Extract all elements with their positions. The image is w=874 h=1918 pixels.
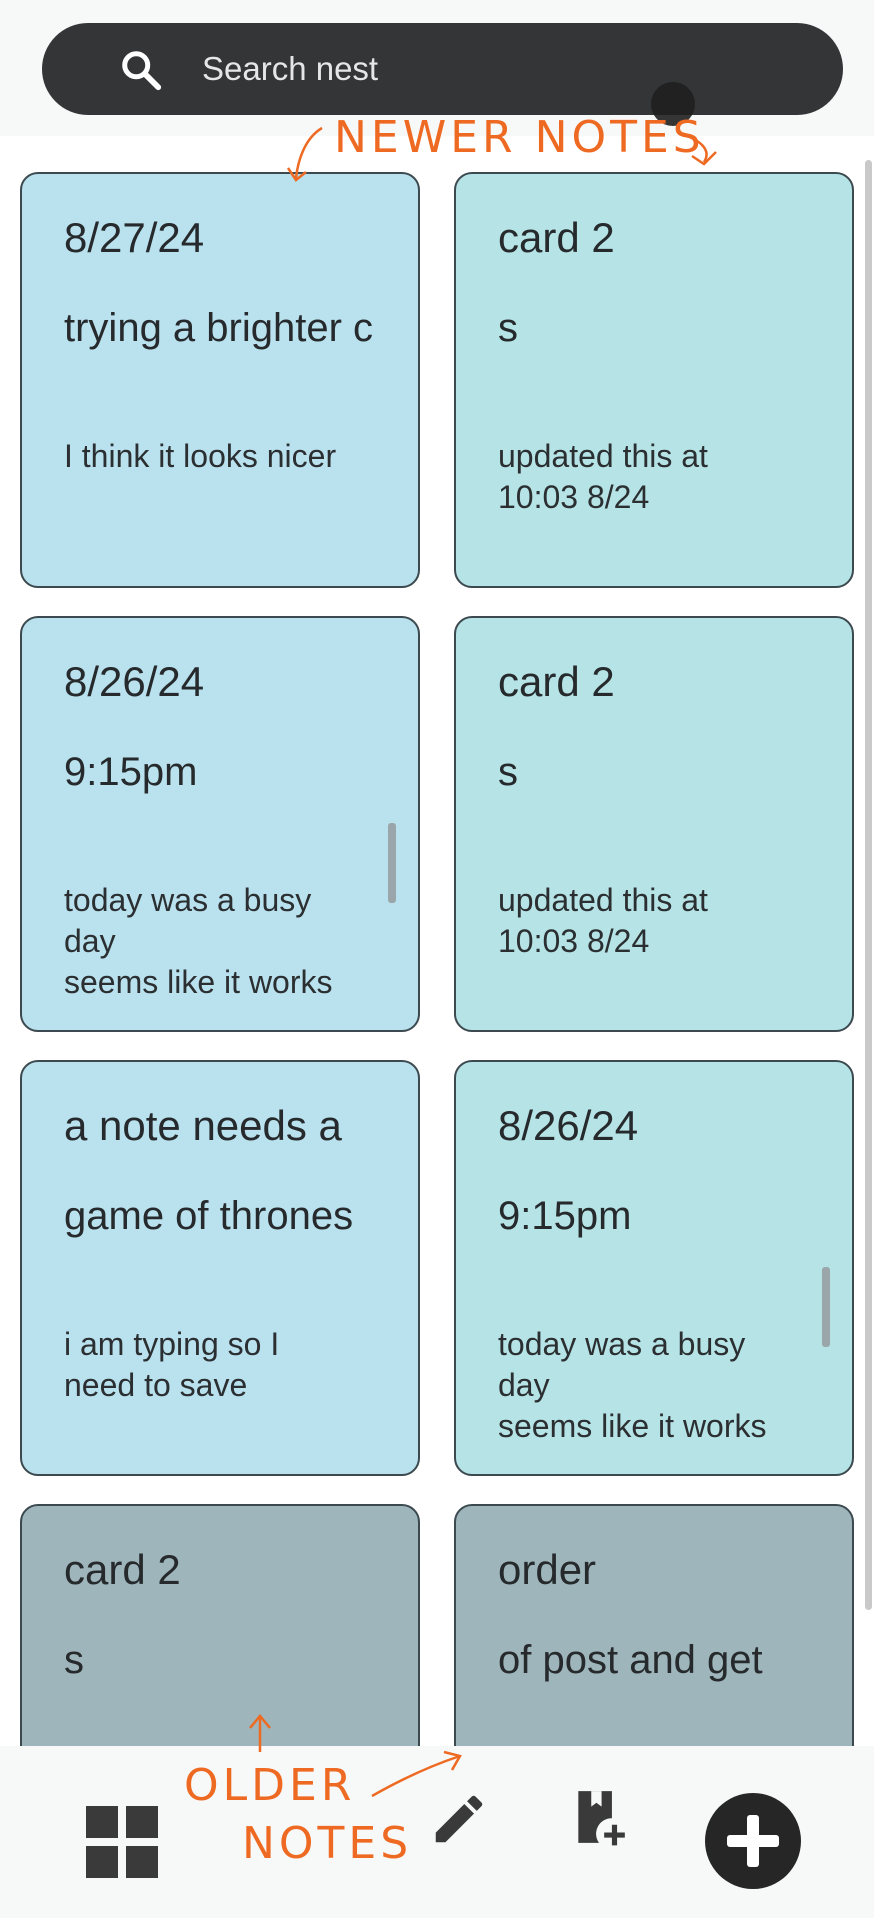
note-subtitle: 9:15pm (64, 750, 198, 794)
note-title: a note needs a (64, 1102, 342, 1149)
note-scrollbar[interactable] (822, 1267, 830, 1347)
note-body: today was a busy day seems like it works… (64, 882, 333, 1000)
note-subtitle: of post and get (498, 1638, 763, 1682)
page-scrollbar[interactable] (865, 160, 872, 1610)
annotation-older-label-line2: NOTES (242, 1818, 413, 1869)
note-card[interactable]: 8/26/24 9:15pm today was a busy day seem… (20, 616, 420, 1032)
note-card[interactable]: order of post and get (454, 1504, 854, 1746)
note-title: 8/27/24 (64, 214, 205, 261)
bottom-nav (0, 1746, 874, 1918)
plus-icon (727, 1815, 779, 1867)
annotation-older-label-line1: OLDER (184, 1760, 356, 1811)
note-card[interactable]: 8/27/24 trying a brighter c I think it l… (20, 172, 420, 588)
note-body: today was a busy day seems like it works… (498, 1326, 767, 1444)
note-card[interactable]: 8/26/24 9:15pm today was a busy day seem… (454, 1060, 854, 1476)
note-subtitle: game of thrones (64, 1194, 354, 1238)
note-card[interactable]: a note needs a game of thrones i am typi… (20, 1060, 420, 1476)
note-card[interactable]: card 2 s updated this at 10:03 8/24 (454, 616, 854, 1032)
annotation-newer-notes: NEWER NOTES (334, 112, 705, 163)
note-title: 8/26/24 (498, 1102, 639, 1149)
bookmark-add-icon[interactable] (568, 1786, 630, 1848)
search-bar[interactable] (42, 23, 843, 115)
edit-pencil-icon[interactable] (428, 1788, 490, 1850)
note-body: i am typing so I need to save (64, 1326, 280, 1403)
note-title: card 2 (64, 1546, 181, 1593)
note-subtitle: s (498, 750, 518, 794)
note-subtitle: trying a brighter c (64, 306, 374, 350)
note-scrollbar[interactable] (388, 823, 396, 903)
note-card[interactable]: card 2 s updated this at 10:03 8/24 (454, 172, 854, 588)
note-card[interactable]: card 2 s (20, 1504, 420, 1746)
grid-view-icon[interactable] (86, 1806, 158, 1878)
note-title: 8/26/24 (64, 658, 205, 705)
note-body: updated this at 10:03 8/24 (498, 882, 708, 959)
add-note-button[interactable] (705, 1793, 801, 1889)
notes-grid: 8/27/24 trying a brighter c I think it l… (0, 136, 874, 1746)
note-body: updated this at 10:03 8/24 (498, 438, 708, 515)
note-body: I think it looks nicer (64, 438, 337, 474)
note-subtitle: s (498, 306, 518, 350)
search-icon[interactable] (118, 47, 164, 93)
note-subtitle: s (64, 1638, 84, 1682)
note-title: order (498, 1546, 597, 1593)
note-subtitle: 9:15pm (498, 1194, 632, 1238)
note-title: card 2 (498, 658, 615, 705)
note-title: card 2 (498, 214, 615, 261)
